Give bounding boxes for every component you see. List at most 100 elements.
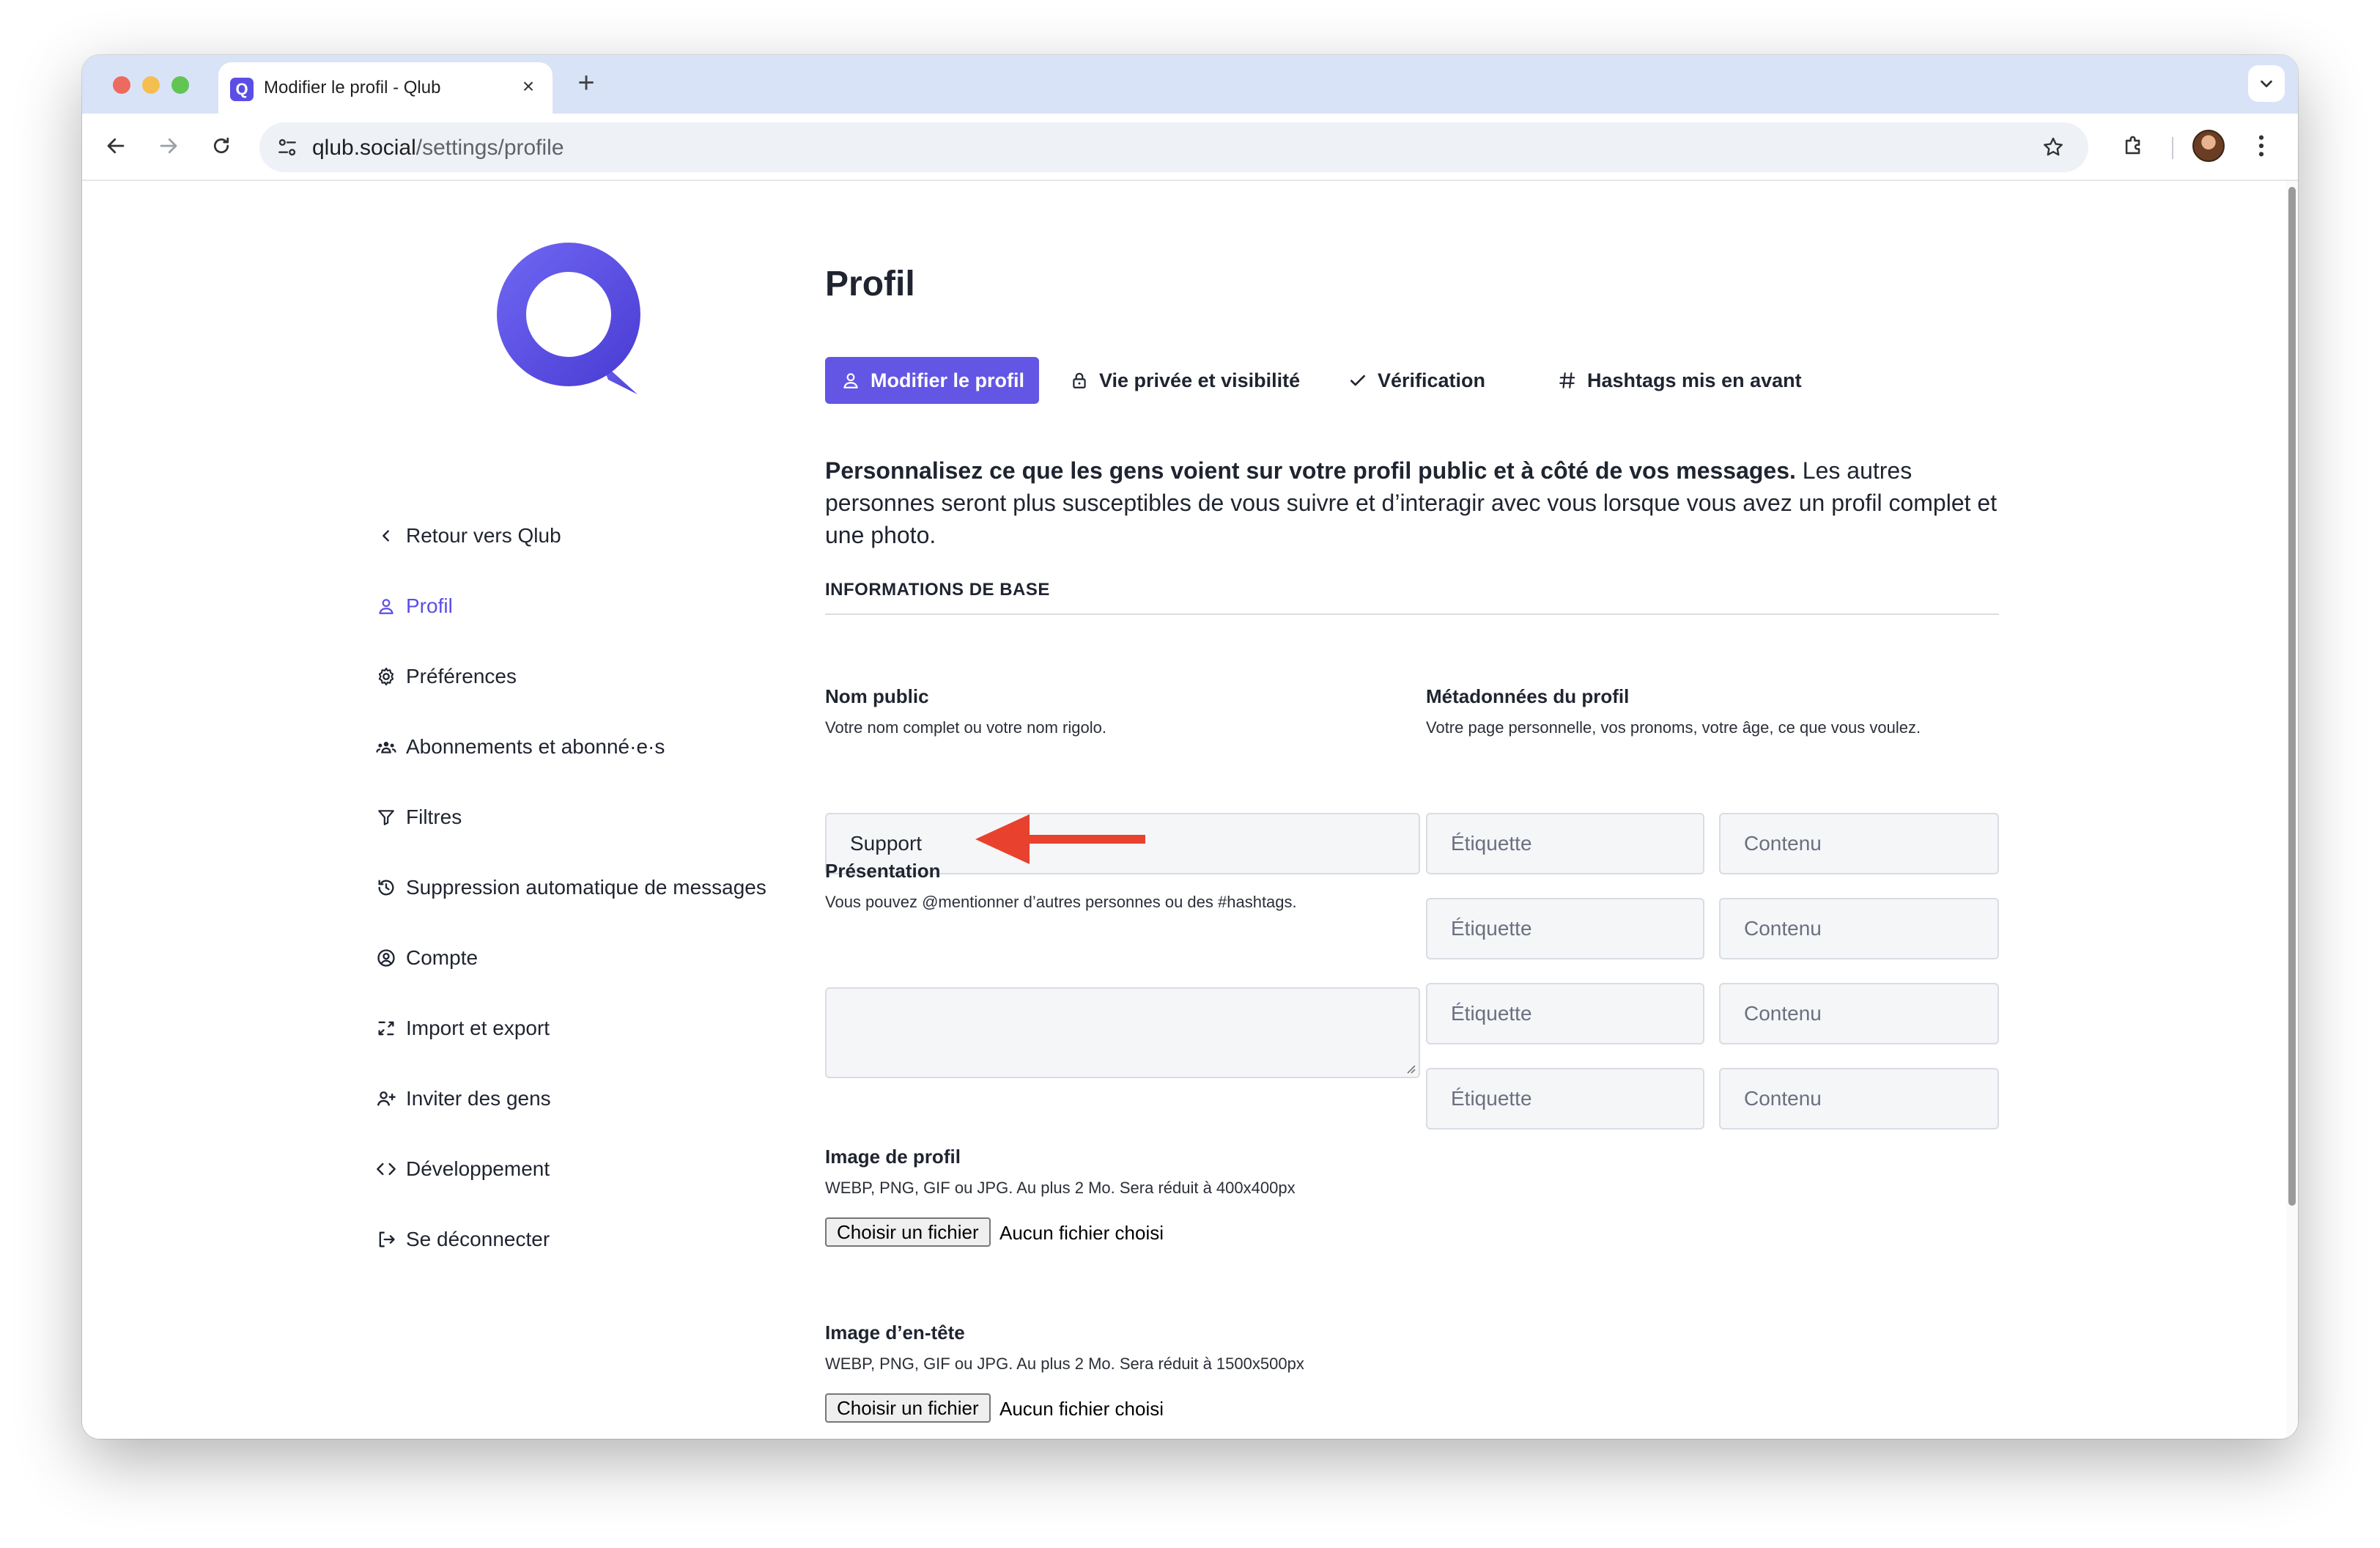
user-icon xyxy=(840,369,862,391)
sidebar-item-filters[interactable]: Filtres xyxy=(374,801,462,833)
metadata-label-input-3[interactable] xyxy=(1426,983,1704,1044)
extensions-button[interactable] xyxy=(2116,128,2151,163)
intro-bold: Personnalisez ce que les gens voient sur… xyxy=(825,457,1796,484)
kebab-menu-icon xyxy=(2258,135,2264,157)
browser-window: Q Modifier le profil - Qlub × + qlub.soc… xyxy=(82,55,2298,1439)
annotation-arrow-icon xyxy=(975,814,1145,864)
url-path: /settings/profile xyxy=(415,136,564,160)
sidebar-item-label: Abonnements et abonné·e·s xyxy=(406,735,665,758)
maximize-window-button[interactable] xyxy=(171,76,189,94)
metadata-label-input-1[interactable] xyxy=(1426,813,1704,874)
back-button[interactable] xyxy=(98,128,133,163)
page-viewport: Retour vers Qlub Profil Préférences Abon… xyxy=(82,181,2298,1439)
sidebar-item-logout[interactable]: Se déconnecter xyxy=(374,1223,550,1256)
chevron-left-icon xyxy=(374,523,399,548)
user-icon xyxy=(374,594,399,619)
browser-tab[interactable]: Q Modifier le profil - Qlub × xyxy=(218,62,552,114)
tab-strip: Q Modifier le profil - Qlub × + xyxy=(82,55,2298,114)
check-icon xyxy=(1347,369,1369,391)
bio-textarea[interactable] xyxy=(825,987,1420,1078)
bio-hint: Vous pouvez @mentionner d’autres personn… xyxy=(825,893,1297,911)
gear-icon xyxy=(374,664,399,689)
sidebar-item-development[interactable]: Développement xyxy=(374,1153,550,1185)
display-name-label: Nom public xyxy=(825,685,929,707)
bio-label: Présentation xyxy=(825,860,941,882)
lock-icon xyxy=(1068,369,1090,391)
header-choose-file-button[interactable]: Choisir un fichier xyxy=(825,1393,991,1423)
user-circle-icon xyxy=(374,946,399,970)
sidebar-item-import-export[interactable]: Import et export xyxy=(374,1012,550,1044)
history-icon xyxy=(374,875,399,900)
tab-label: Vérification xyxy=(1378,369,1486,391)
tab-featured-hashtags[interactable]: Hashtags mis en avant xyxy=(1556,357,1802,404)
sidebar-item-back[interactable]: Retour vers Qlub xyxy=(374,520,561,552)
sidebar-item-label: Suppression automatique de messages xyxy=(406,876,766,899)
metadata-label: Métadonnées du profil xyxy=(1426,685,1630,707)
metadata-content-input-3[interactable] xyxy=(1719,983,1999,1044)
qlub-favicon-icon: Q xyxy=(230,78,254,101)
sidebar-item-label: Profil xyxy=(406,594,453,617)
sidebar-item-profile[interactable]: Profil xyxy=(374,590,453,622)
close-window-button[interactable] xyxy=(113,76,130,94)
scrollbar[interactable] xyxy=(2286,181,2298,1439)
site-info-icon[interactable] xyxy=(273,133,302,162)
browser-toolbar: qlub.social/settings/profile xyxy=(82,114,2298,181)
section-divider xyxy=(825,613,1999,615)
tab-privacy[interactable]: Vie privée et visibilité xyxy=(1068,357,1300,404)
avatar-choose-file-button[interactable]: Choisir un fichier xyxy=(825,1217,991,1247)
sidebar-item-account[interactable]: Compte xyxy=(374,942,478,974)
minimize-window-button[interactable] xyxy=(142,76,160,94)
arrow-left-icon xyxy=(107,138,125,154)
metadata-label-input-4[interactable] xyxy=(1426,1068,1704,1129)
address-bar[interactable]: qlub.social/settings/profile xyxy=(259,122,2088,172)
resize-grip-icon[interactable] xyxy=(1404,1062,1416,1074)
metadata-content-input-4[interactable] xyxy=(1719,1068,1999,1129)
tab-label: Modifier le profil xyxy=(871,369,1025,391)
metadata-content-input-2[interactable] xyxy=(1719,898,1999,959)
url-host: qlub.social xyxy=(312,136,416,160)
url-text[interactable]: qlub.social/settings/profile xyxy=(312,136,564,161)
reload-icon xyxy=(213,137,229,154)
sidebar-item-invite[interactable]: Inviter des gens xyxy=(374,1083,551,1115)
display-name-hint: Votre nom complet ou votre nom rigolo. xyxy=(825,718,1106,737)
logout-icon xyxy=(374,1227,399,1252)
scrollbar-thumb[interactable] xyxy=(2288,187,2296,1206)
sidebar-item-label: Préférences xyxy=(406,665,517,688)
intro-text: Personnalisez ce que les gens voient sur… xyxy=(825,454,2012,551)
sidebar-item-label: Import et export xyxy=(406,1017,550,1039)
new-tab-button[interactable]: + xyxy=(572,68,601,97)
user-plus-icon xyxy=(374,1086,399,1111)
tab-label: Hashtags mis en avant xyxy=(1587,369,1802,391)
browser-menu-button[interactable] xyxy=(2247,128,2276,163)
import-export-icon xyxy=(374,1016,399,1041)
tab-edit-profile[interactable]: Modifier le profil xyxy=(825,357,1040,404)
tab-search-button[interactable] xyxy=(2248,65,2285,102)
sidebar-item-label: Développement xyxy=(406,1157,550,1180)
hash-icon xyxy=(1556,369,1578,391)
metadata-hint: Votre page personnelle, vos pronoms, vot… xyxy=(1426,718,1921,737)
sidebar-item-label: Se déconnecter xyxy=(406,1228,550,1250)
profile-avatar[interactable] xyxy=(2192,130,2225,162)
users-icon xyxy=(374,734,399,759)
page-title: Profil xyxy=(825,265,915,303)
sidebar-item-follows[interactable]: Abonnements et abonné·e·s xyxy=(374,731,665,763)
header-upload-label: Image d’en-tête xyxy=(825,1322,965,1344)
forward-button[interactable] xyxy=(151,128,186,163)
sidebar-item-preferences[interactable]: Préférences xyxy=(374,660,517,693)
sidebar-item-label: Retour vers Qlub xyxy=(406,524,561,547)
tab-verification[interactable]: Vérification xyxy=(1347,357,1485,404)
reload-button[interactable] xyxy=(204,128,239,163)
bookmark-star-icon[interactable] xyxy=(2037,131,2069,163)
metadata-content-input-1[interactable] xyxy=(1719,813,1999,874)
avatar-file-status: Aucun fichier choisi xyxy=(999,1222,1164,1244)
sidebar-item-label: Filtres xyxy=(406,806,462,828)
sidebar-item-auto-delete[interactable]: Suppression automatique de messages xyxy=(374,871,766,904)
metadata-label-input-2[interactable] xyxy=(1426,898,1704,959)
chevron-down-icon xyxy=(2261,80,2272,88)
header-file-status: Aucun fichier choisi xyxy=(999,1398,1164,1420)
sidebar-item-label: Compte xyxy=(406,946,478,969)
close-tab-icon[interactable]: × xyxy=(517,75,539,98)
avatar-upload-hint: WEBP, PNG, GIF ou JPG. Au plus 2 Mo. Ser… xyxy=(825,1179,1296,1197)
avatar-upload-label: Image de profil xyxy=(825,1146,961,1168)
section-title: INFORMATIONS DE BASE xyxy=(825,580,1050,600)
